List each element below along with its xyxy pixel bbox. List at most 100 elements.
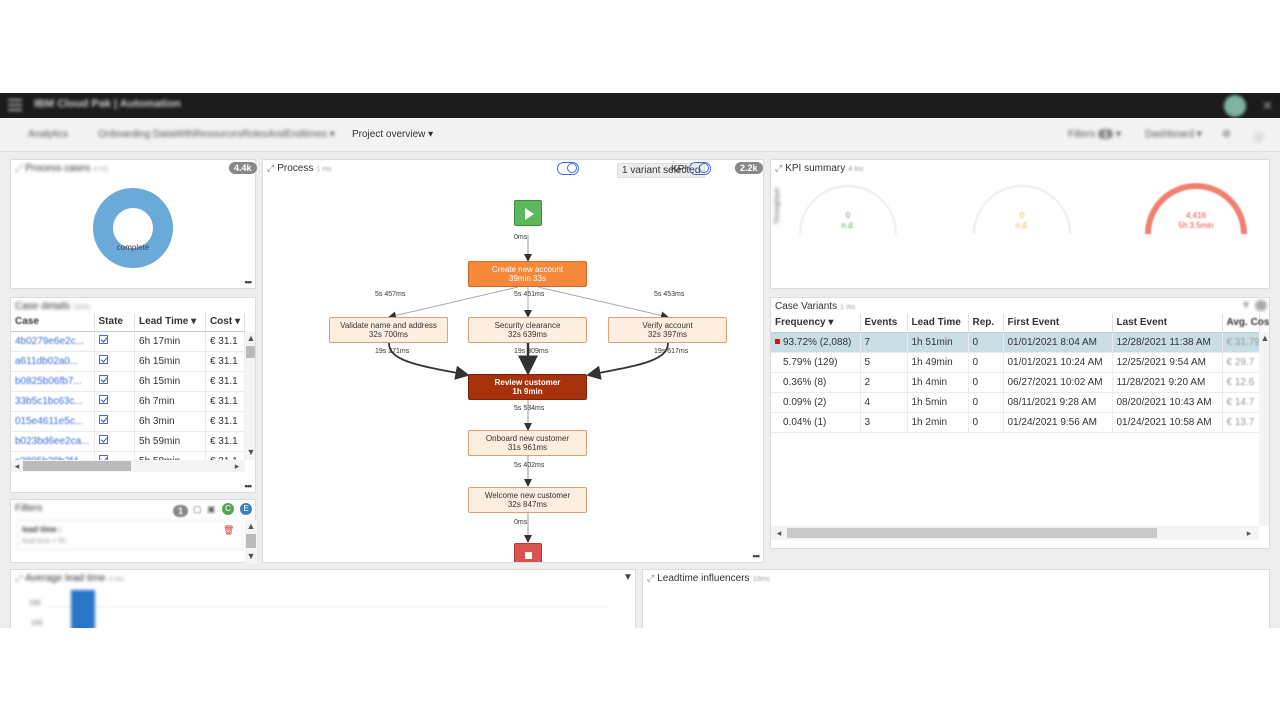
node-review-customer[interactable]: Review customer 1h 9min [468,374,587,400]
filter-item-title: lead time : [22,525,62,534]
filters-scrollbar[interactable]: ▲ ▼ [245,520,257,564]
process-cases-donut[interactable]: complete [91,186,175,270]
scroll-up-icon[interactable]: ▲ [245,332,255,344]
col-header-events[interactable]: Events [860,314,908,333]
scroll-right-icon[interactable]: ▸ [1243,527,1255,539]
col-header-last-event[interactable]: Last Event [1112,314,1223,333]
cost-cell: € 31.1 [205,411,246,432]
col-header-rep[interactable]: Rep. [968,314,1004,333]
case-id[interactable]: 4b0279e6e2c... [11,331,95,352]
table-row[interactable]: 5.79% (129) 5 1h 49min 0 01/01/2021 10:24 AM… [771,352,1260,373]
table-row[interactable]: 33b5c1bc63c... 6h 7min € 31.1 [11,391,246,412]
nav-project-name[interactable]: Onboarding DataWithResourcesRolesAndEndt… [98,129,335,140]
scroll-down-icon[interactable]: ▼ [245,550,257,562]
col-header-first-event[interactable]: First Event [1003,314,1113,333]
more-icon[interactable]: ••• [245,481,253,491]
col-header-lead-time[interactable]: Lead Time ▾ [134,313,206,332]
scroll-left-icon[interactable]: ◂ [11,460,23,472]
filter-icon[interactable]: ▼ [1241,300,1251,311]
col-header-avg-cost[interactable]: Avg. Cost [1222,314,1269,333]
scrollbar-thumb[interactable] [246,534,256,548]
close-icon[interactable]: ✕ [1262,98,1273,114]
bookmark-icon[interactable]: ▢ [193,504,202,515]
case-id[interactable]: b0825b06fb7... [11,371,95,392]
expand-icon[interactable]: ⤢ [775,163,782,173]
node-onboard-new-customer[interactable]: Onboard new customer 31s 961ms [468,430,587,456]
col-header-lead-time[interactable]: Lead Time [907,314,969,333]
lead-time-cell: 5h 59min [134,431,206,452]
table-row[interactable]: 4b0279e6e2c... 6h 17min € 31.1 [11,331,246,352]
filter-item-lead-time[interactable]: lead time : lead time > 5h [17,520,243,550]
more-icon[interactable]: ••• [753,551,761,561]
info-icon[interactable]: ⓘ [1254,129,1264,144]
scroll-right-icon[interactable]: ▸ [231,460,243,472]
col-header-state[interactable]: State [94,313,136,332]
kpi-summary-title: ⤢ KPI summary 4 ms [775,163,863,174]
scroll-down-icon[interactable]: ▼ [245,446,255,458]
nav-filters[interactable]: Filters 1 ▾ [1068,129,1121,140]
table-row[interactable]: 0.09% (2) 4 1h 5min 0 08/11/2021 9:28 AM 08/2… [771,392,1260,413]
table-row[interactable]: 0.36% (8) 2 1h 4min 0 06/27/2021 10:02 AM 11/… [771,372,1260,393]
col-header-cost[interactable]: Cost ▾ [205,313,246,332]
save-icon[interactable]: ▣ [207,504,216,515]
scrollbar-thumb[interactable] [246,346,255,358]
menu-icon[interactable] [8,99,22,111]
h-scrollbar-thumb[interactable] [787,528,1157,538]
col-header-case[interactable]: Case [11,313,95,332]
checkbox-icon[interactable] [98,395,108,404]
settings-icon[interactable]: ⚙ [1222,129,1231,140]
horizontal-scrollbar[interactable]: ◂ ▸ [771,526,1259,540]
node-security-clearance[interactable]: Security clearance 32s 639ms [468,317,587,343]
node-verify-account[interactable]: Verify account 32s 397ms [608,317,727,343]
end-node[interactable] [514,543,542,562]
scroll-up-icon[interactable]: ▲ [1259,332,1269,344]
vertical-scrollbar[interactable]: ▲ [1259,332,1269,526]
checkbox-icon[interactable] [98,435,108,444]
e-circle-icon[interactable]: E [240,503,252,515]
table-row[interactable]: 0.04% (1) 3 1h 2min 0 01/24/2021 9:56 AM 01/2… [771,412,1260,433]
node-create-new-account[interactable]: Create new account 39min 33s [468,261,587,287]
nav-project-overview[interactable]: Project overview ▾ [352,129,433,140]
col-header-frequency[interactable]: Frequency ▾ [771,314,861,333]
avatar[interactable] [1224,95,1246,117]
vertical-scrollbar[interactable]: ▲ ▼ [245,332,255,460]
rep-cell: 0 [968,332,1004,353]
case-id[interactable]: 33b5c1bc63c... [11,391,95,412]
last-event-cell: 11/28/2021 9:20 AM [1112,372,1223,393]
case-id[interactable]: a611db02a0... [11,351,95,372]
bar[interactable] [71,590,95,628]
lead-time-cell: 6h 15min [134,351,206,372]
h-scrollbar-thumb[interactable] [23,461,131,471]
horizontal-scrollbar[interactable]: ◂ ▸ [11,460,245,472]
start-node[interactable] [514,200,542,226]
checkbox-icon[interactable] [98,355,108,364]
c-circle-icon[interactable]: C [222,503,234,515]
scroll-left-icon[interactable]: ◂ [773,527,785,539]
checkbox-icon[interactable] [98,375,108,384]
scroll-up-icon[interactable]: ▲ [245,520,257,532]
expand-icon[interactable]: ⤢ [647,573,654,583]
nav-analytics[interactable]: Analytics [28,129,68,140]
node-validate-name[interactable]: Validate name and address 32s 700ms [329,317,448,343]
case-id[interactable]: b023bd6ee2ca... [11,431,95,452]
delete-icon[interactable]: 🗑 [223,525,234,536]
case-variants-ms: 1 ms [840,304,856,311]
cost-cell: € 31.1 [205,371,246,392]
table-row[interactable]: 93.72% (2,088) 7 1h 51min 0 01/01/2021 8:04 … [771,332,1260,353]
table-row[interactable]: a611db02a0... 6h 15min € 31.1 [11,351,246,372]
table-row[interactable]: 015e4611e5c... 6h 3min € 31.1 [11,411,246,432]
filter-icon[interactable]: ▼ [623,572,633,583]
stop-icon [525,552,532,559]
avg-cost-cell: € 29.7 [1222,352,1260,373]
expand-icon[interactable]: ⤢ [15,163,22,173]
nav-filters-label: Filters [1068,129,1096,140]
more-icon[interactable]: ••• [245,277,253,287]
case-id[interactable]: 015e4611e5c... [11,411,95,432]
checkbox-icon[interactable] [98,415,108,424]
table-row[interactable]: b0825b06fb7... 6h 15min € 31.1 [11,371,246,392]
nav-dashboard[interactable]: Dashboard ▾ [1145,129,1202,140]
node-welcome-new-customer[interactable]: Welcome new customer 32s 847ms [468,487,587,513]
table-row[interactable]: b023bd6ee2ca... 5h 59min € 31.1 [11,431,246,452]
checkbox-icon[interactable] [98,335,108,344]
expand-icon[interactable]: ⤢ [15,573,22,583]
